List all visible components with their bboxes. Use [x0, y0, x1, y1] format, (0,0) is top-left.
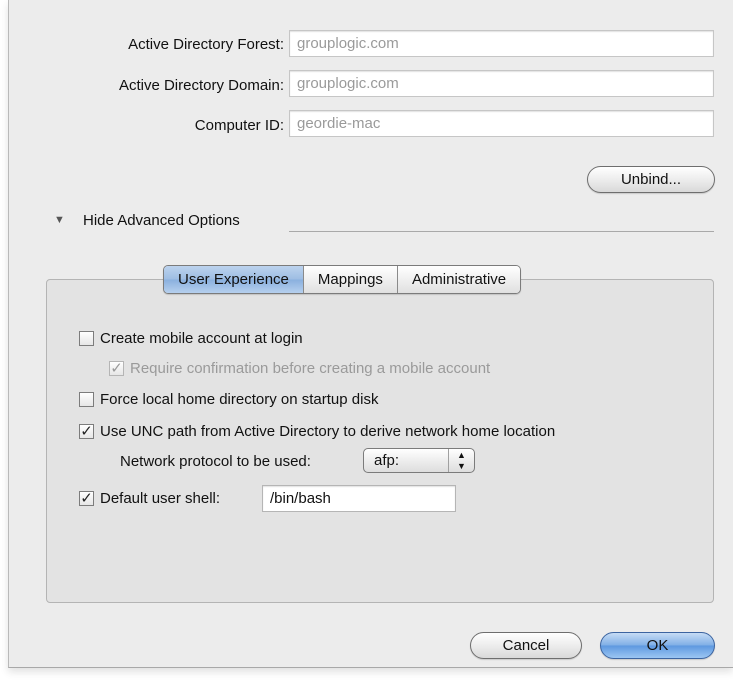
forest-field: grouplogic.com — [289, 30, 714, 57]
unbind-button[interactable]: Unbind... — [587, 166, 715, 193]
protocol-popup[interactable]: afp: ▲ ▼ — [363, 448, 475, 473]
dialog-sheet: Active Directory Forest: grouplogic.com … — [8, 0, 733, 668]
tab-administrative[interactable]: Administrative — [397, 266, 521, 293]
updown-arrows-icon: ▲ ▼ — [448, 449, 474, 472]
force-local-home-option[interactable]: Force local home directory on startup di… — [79, 391, 378, 408]
forest-label: Active Directory Forest: — [128, 36, 284, 53]
cancel-button[interactable]: Cancel — [470, 632, 582, 659]
computer-id-label: Computer ID: — [194, 117, 284, 134]
domain-label: Active Directory Domain: — [118, 77, 284, 94]
default-shell-field[interactable]: /bin/bash — [262, 485, 456, 512]
use-unc-option[interactable]: ✓ Use UNC path from Active Directory to … — [79, 423, 555, 440]
force-local-home-label: Force local home directory on startup di… — [100, 391, 379, 408]
mobile-account-label: Create mobile account at login — [100, 330, 303, 347]
mobile-account-option[interactable]: Create mobile account at login — [79, 330, 303, 347]
force-local-home-checkbox[interactable] — [79, 392, 94, 407]
advanced-divider — [289, 231, 714, 232]
default-shell-checkbox[interactable]: ✓ — [79, 491, 94, 506]
protocol-label: Network protocol to be used: — [120, 453, 311, 470]
use-unc-label: Use UNC path from Active Directory to de… — [100, 423, 556, 440]
require-confirmation-checkbox: ✓ — [109, 360, 124, 377]
tab-mappings[interactable]: Mappings — [303, 266, 398, 293]
require-confirmation-label: Require confirmation before creating a m… — [130, 360, 491, 377]
ok-button[interactable]: OK — [600, 632, 715, 659]
require-confirmation-option: ✓ Require confirmation before creating a… — [109, 360, 490, 377]
domain-field: grouplogic.com — [289, 70, 714, 97]
computer-id-field: geordie-mac — [289, 110, 714, 137]
default-shell-option[interactable]: ✓ Default user shell: — [79, 490, 220, 507]
advanced-tab-panel — [46, 279, 714, 603]
tab-user-experience[interactable]: User Experience — [164, 266, 304, 293]
advanced-options-toggle[interactable]: Hide Advanced Options — [83, 212, 240, 229]
default-shell-label: Default user shell: — [100, 490, 221, 507]
disclosure-triangle-icon[interactable]: ▼ — [54, 214, 65, 226]
protocol-value: afp: — [374, 452, 400, 469]
tab-bar: User Experience Mappings Administrative — [163, 265, 522, 294]
mobile-account-checkbox[interactable] — [79, 331, 94, 346]
use-unc-checkbox[interactable]: ✓ — [79, 424, 94, 439]
